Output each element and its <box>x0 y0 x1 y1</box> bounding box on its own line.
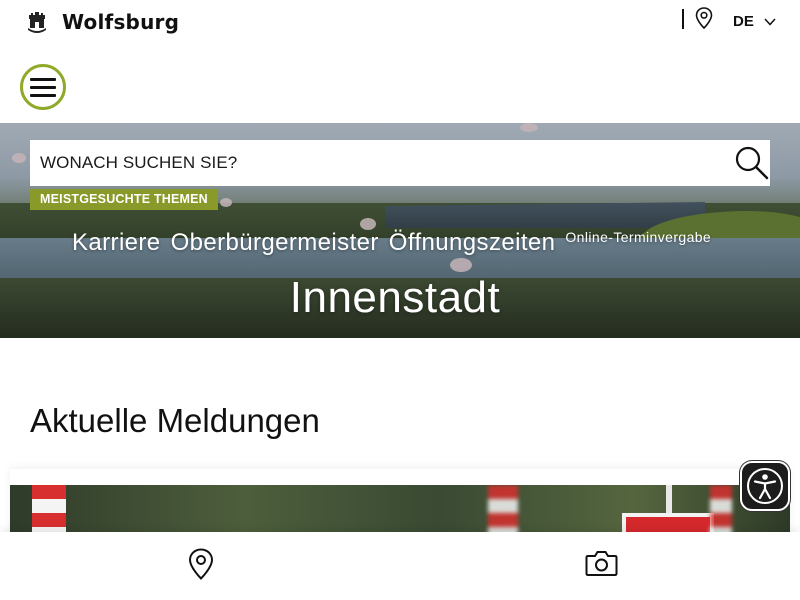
camera-icon[interactable] <box>585 549 618 577</box>
popular-topics-label: MEISTGESUCHTE THEMEN <box>30 189 218 210</box>
search-icon[interactable] <box>734 145 770 181</box>
hamburger-menu-icon[interactable] <box>20 64 66 110</box>
bottom-navigation <box>0 532 800 600</box>
map-pin-icon[interactable] <box>188 548 214 580</box>
site-logo-link[interactable]: Wolfsburg <box>26 10 179 34</box>
chevron-down-icon <box>764 17 776 26</box>
news-heading: Aktuelle Meldungen <box>30 402 320 439</box>
map-pin-icon[interactable] <box>695 7 713 29</box>
topic-link-online-terminvergabe[interactable]: Online-Terminvergabe <box>565 229 711 245</box>
topic-link-oberbuergermeister[interactable]: Oberbürgermeister <box>171 229 379 257</box>
menu-row <box>0 50 800 123</box>
menu-line <box>30 93 56 97</box>
search-input[interactable]: WONACH SUCHEN SIE? <box>40 153 237 173</box>
hero-title: Innenstadt <box>289 273 501 322</box>
topic-link-oeffnungszeiten[interactable]: Öffnungszeiten <box>389 229 556 257</box>
hero-banner: WONACH SUCHEN SIE? MEISTGESUCHTE THEMEN … <box>0 123 800 338</box>
menu-line <box>30 77 56 81</box>
accessibility-button[interactable] <box>740 461 790 511</box>
topic-link-karriere[interactable]: Karriere <box>72 229 161 257</box>
header-divider <box>682 9 684 29</box>
search-box[interactable]: WONACH SUCHEN SIE? <box>30 140 770 186</box>
language-selector[interactable]: DE <box>733 13 776 30</box>
menu-line <box>30 85 56 89</box>
language-label: DE <box>733 13 754 30</box>
popular-topics-list: Karriere Oberbürgermeister Öffnungszeite… <box>72 229 711 257</box>
site-name: Wolfsburg <box>62 10 180 34</box>
top-bar: Wolfsburg DE <box>0 0 800 50</box>
accessibility-person-icon <box>747 468 783 504</box>
wolfsburg-crest-icon <box>28 12 46 33</box>
